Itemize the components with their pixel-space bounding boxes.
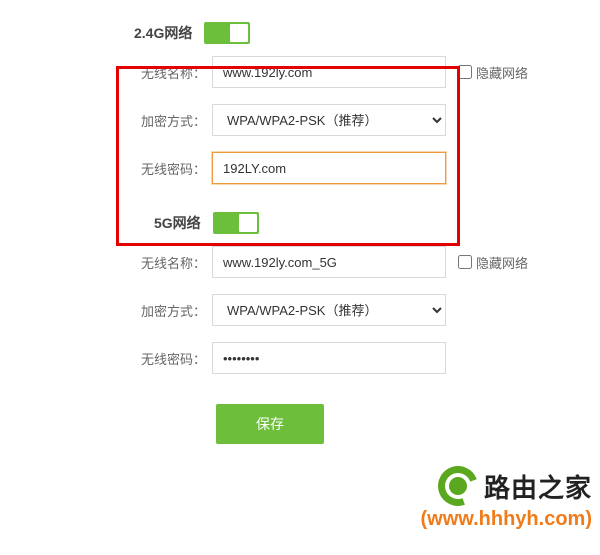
row-5g-enc: 加密方式： WPA/WPA2-PSK（推荐） xyxy=(134,294,600,326)
input-5g-ssid[interactable] xyxy=(212,246,446,278)
label-24g-hide: 隐藏网络 xyxy=(476,63,528,82)
brand-name: 路由之家 xyxy=(484,468,592,505)
hide-5g-wrap[interactable]: 隐藏网络 xyxy=(458,253,528,272)
row-24g-pwd: 无线密码： xyxy=(134,152,600,184)
row-5g-pwd: 无线密码： xyxy=(134,342,600,374)
row-24g-enc: 加密方式： WPA/WPA2-PSK（推荐） xyxy=(134,104,600,136)
label-5g-hide: 隐藏网络 xyxy=(476,253,528,272)
toggle-5g[interactable] xyxy=(213,212,259,234)
input-5g-password[interactable] xyxy=(212,342,446,374)
checkbox-24g-hide[interactable] xyxy=(458,65,472,79)
section-24g-title: 2.4G网络 xyxy=(134,23,192,43)
label-24g-enc: 加密方式： xyxy=(134,111,212,130)
label-5g-enc: 加密方式： xyxy=(134,301,212,320)
label-24g-ssid: 无线名称： xyxy=(134,63,212,82)
toggle-24g[interactable] xyxy=(204,22,250,44)
checkbox-5g-hide[interactable] xyxy=(458,255,472,269)
save-button[interactable]: 保存 xyxy=(216,404,324,444)
select-24g-enc[interactable]: WPA/WPA2-PSK（推荐） xyxy=(212,104,446,136)
section-5g-header: 5G网络 xyxy=(154,212,600,234)
section-24g-header: 2.4G网络 xyxy=(134,22,600,44)
label-24g-pwd: 无线密码： xyxy=(134,159,212,178)
toggle-24g-knob xyxy=(230,24,248,42)
toggle-5g-knob xyxy=(239,214,257,232)
hide-24g-wrap[interactable]: 隐藏网络 xyxy=(458,63,528,82)
select-5g-enc[interactable]: WPA/WPA2-PSK（推荐） xyxy=(212,294,446,326)
row-5g-ssid: 无线名称： 隐藏网络 xyxy=(134,246,600,278)
label-5g-ssid: 无线名称： xyxy=(134,253,212,272)
label-5g-pwd: 无线密码： xyxy=(134,349,212,368)
input-24g-password[interactable] xyxy=(212,152,446,184)
input-24g-ssid[interactable] xyxy=(212,56,446,88)
brand-logo-icon xyxy=(438,466,478,506)
brand-url: (www.hhhyh.com) xyxy=(421,508,592,531)
brand-watermark: 路由之家 (www.hhhyh.com) xyxy=(421,466,592,531)
row-24g-ssid: 无线名称： 隐藏网络 xyxy=(134,56,600,88)
section-5g-title: 5G网络 xyxy=(154,213,201,233)
